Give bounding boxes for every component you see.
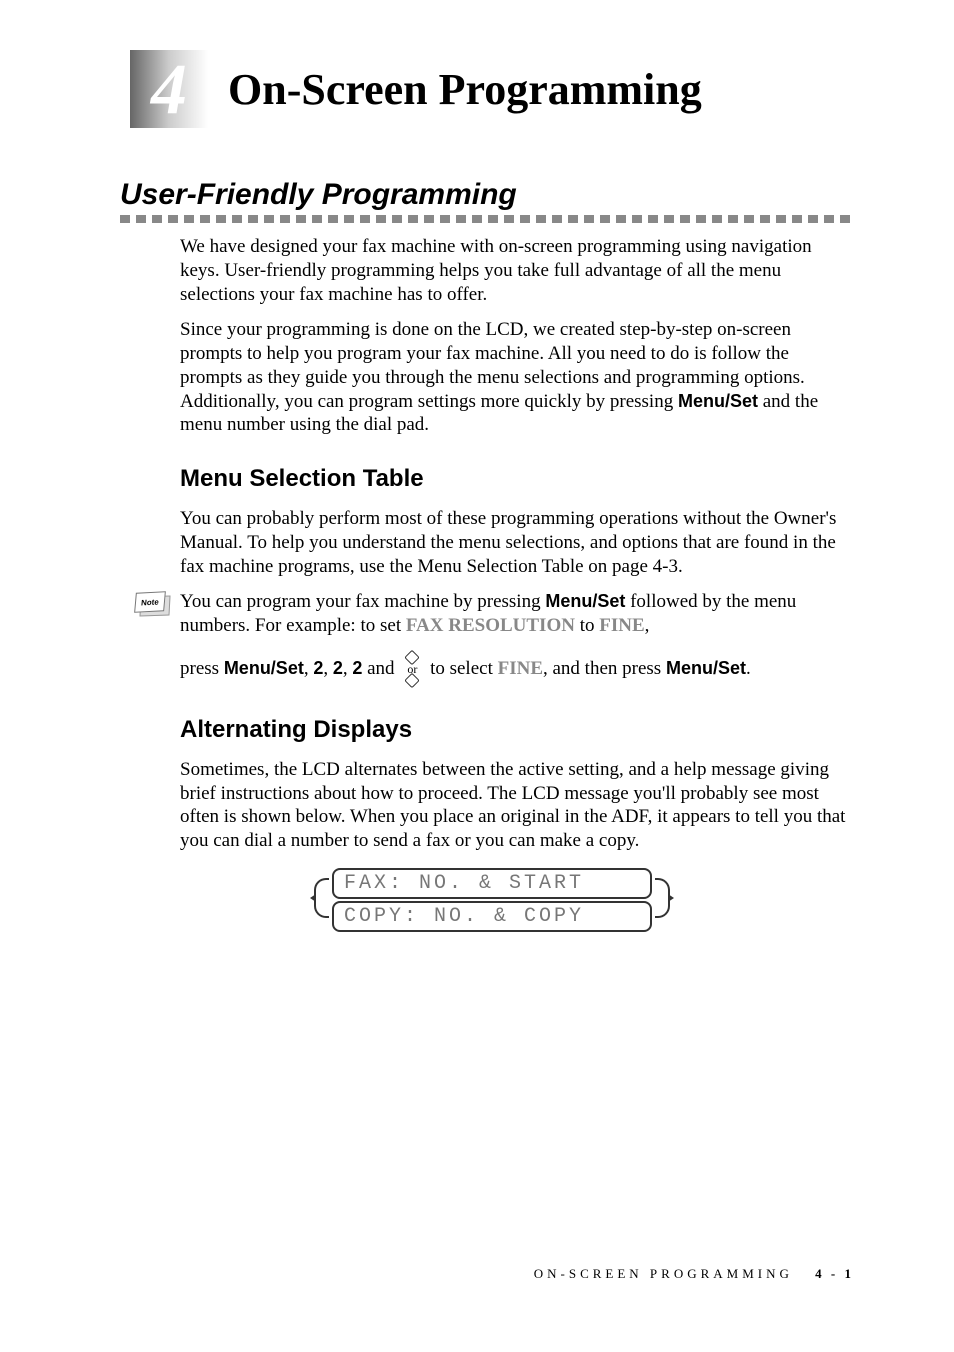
text-fragment: . [746,658,751,679]
note-instruction: press Menu/Set, 2, 2, 2 and or to select… [180,650,854,688]
body-paragraph: You can probably perform most of these p… [180,507,854,578]
key-2: 2 [313,658,323,678]
footer-page-number: 4 - 1 [815,1266,854,1281]
page-footer: ON-SCREEN PROGRAMMING 4 - 1 [534,1266,854,1282]
text-fragment: You can program your fax machine by pres… [180,591,545,612]
menu-set-label: Menu/Set [545,591,625,611]
text-fragment: and [362,658,399,679]
lcd-cycle-arrow-right-icon [655,878,670,918]
chapter-number-box: 4 [130,50,208,128]
text-fragment: , [323,658,333,679]
body-paragraph: We have designed your fax machine with o… [180,235,854,306]
menu-set-label: Menu/Set [678,391,758,411]
up-down-control-icon: or [399,652,425,686]
section-title: User-Friendly Programming [120,178,854,212]
text-fragment: to [575,615,599,636]
note-paragraph: You can program your fax machine by pres… [180,590,854,638]
lcd-cycle-arrow-left-icon [314,878,329,918]
text-fragment: , [645,615,650,636]
text-fragment: press [180,658,224,679]
menu-set-label: Menu/Set [666,658,746,678]
note-icon: Note [135,592,173,616]
text-fragment: , and then press [543,658,666,679]
lcd-display: FAX: NO. & START COPY: NO. & COPY [332,868,652,932]
subsection-title: Menu Selection Table [180,465,854,493]
fax-resolution-label: FAX RESOLUTION [406,615,575,636]
note-label: Note [134,591,166,613]
lcd-line-1: FAX: NO. & START [332,868,652,899]
fine-label: FINE [498,658,543,679]
menu-set-label: Menu/Set [224,658,304,678]
footer-section-name: ON-SCREEN PROGRAMMING [534,1266,793,1281]
chapter-title: On-Screen Programming [228,64,702,115]
body-paragraph: Sometimes, the LCD alternates between th… [180,758,854,853]
subsection-title: Alternating Displays [180,716,854,744]
lcd-line-2: COPY: NO. & COPY [332,901,652,932]
key-2: 2 [352,658,362,678]
body-paragraph: Since your programming is done on the LC… [180,318,854,437]
divider [120,215,854,223]
text-fragment: to select [425,658,497,679]
chapter-number: 4 [151,48,187,131]
text-fragment: , [343,658,353,679]
chapter-header: 4 On-Screen Programming [130,50,854,128]
text-fragment: , [304,658,314,679]
key-2: 2 [333,658,343,678]
fine-label: FINE [599,615,644,636]
note-container: Note You can program your fax machine by… [130,590,854,688]
